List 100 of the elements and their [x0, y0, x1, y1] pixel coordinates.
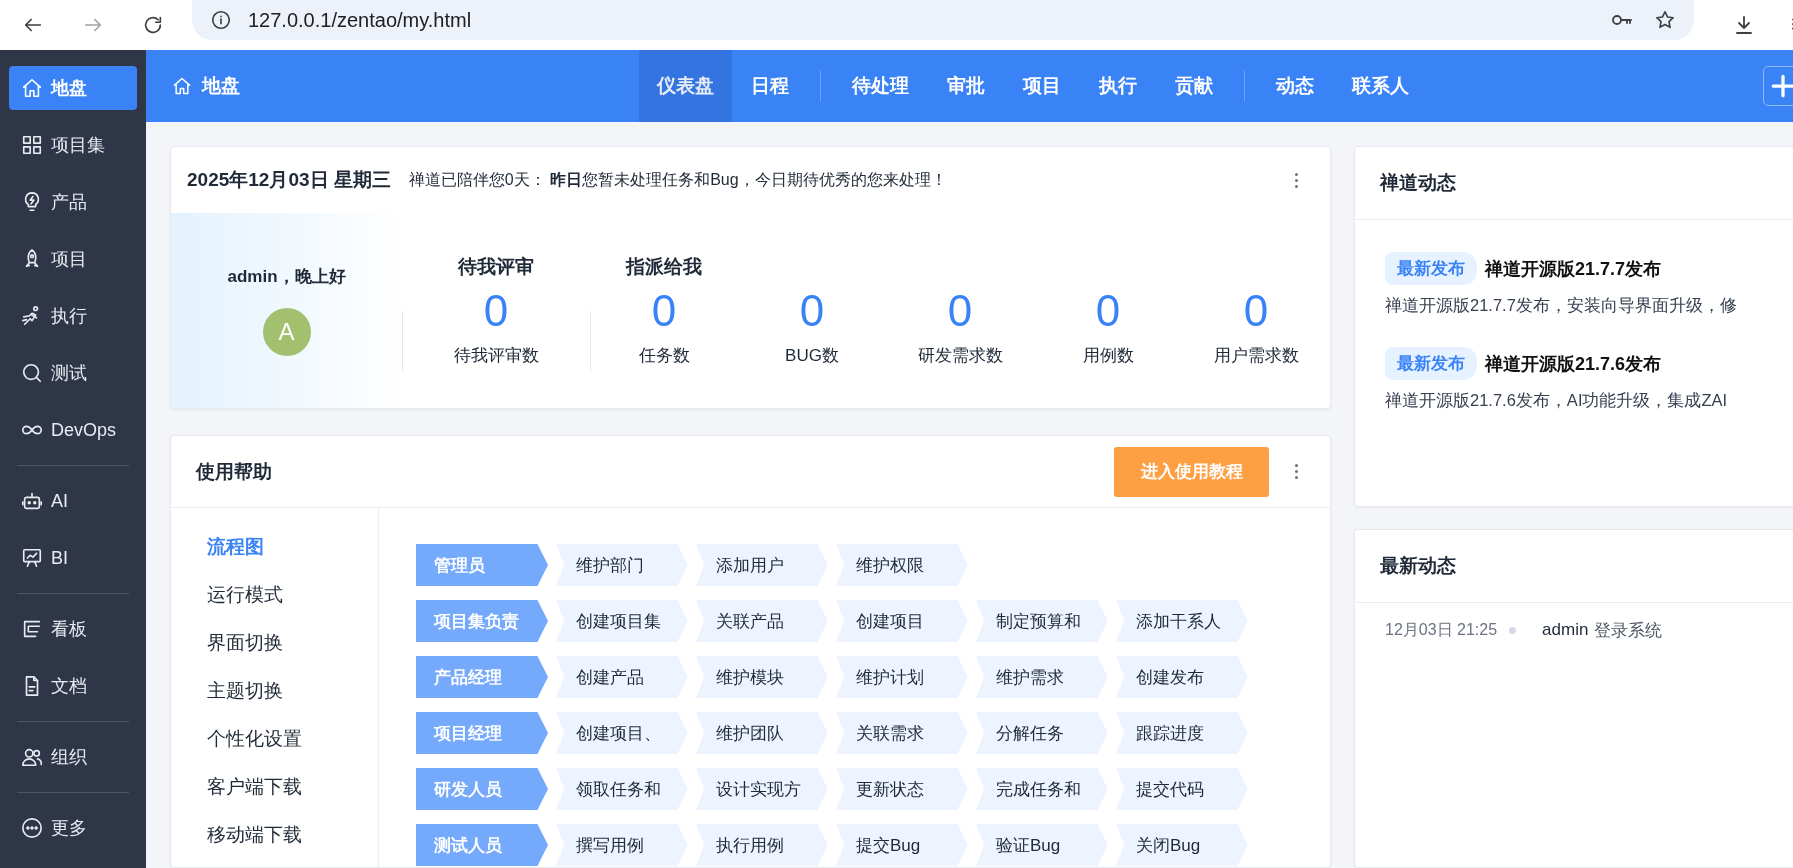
flow-step[interactable]: 执行用例 — [696, 824, 828, 866]
url-text: 127.0.0.1/zentao/my.html — [248, 8, 472, 32]
stat-value[interactable]: 0 — [483, 282, 509, 340]
add-button[interactable] — [1763, 66, 1793, 106]
home-icon — [21, 77, 43, 99]
greeting-text: admin，晚上好 — [227, 266, 346, 288]
kanban-icon — [21, 618, 43, 640]
sidebar-item[interactable]: 项目 — [9, 237, 137, 281]
breadcrumb-home[interactable]: 地盘 — [172, 73, 639, 99]
stat-value[interactable]: 0 — [799, 282, 825, 340]
flow-step[interactable]: 跟踪进度 — [1116, 712, 1248, 754]
address-bar[interactable]: 127.0.0.1/zentao/my.html — [192, 0, 1694, 40]
flow-step[interactable]: 关联需求 — [836, 712, 968, 754]
flow-step[interactable]: 维护权限 — [836, 544, 968, 586]
flow-step[interactable]: 完成任务和 — [976, 768, 1108, 810]
flow-step[interactable]: 提交代码 — [1116, 768, 1248, 810]
nav-tab[interactable]: 贡献 — [1156, 50, 1232, 122]
flow-step[interactable]: 添加干系人 — [1116, 600, 1248, 642]
flow-step[interactable]: 维护模块 — [696, 656, 828, 698]
sidebar-item[interactable]: 执行 — [9, 294, 137, 338]
activity-action: 登录系统 — [1594, 619, 1663, 642]
reload-icon[interactable] — [142, 14, 164, 36]
nav-tab[interactable]: 动态 — [1257, 50, 1333, 122]
flow-step[interactable]: 维护需求 — [976, 656, 1108, 698]
more-icon — [21, 817, 43, 839]
sidebar-item[interactable]: 测试 — [9, 351, 137, 395]
nav-tab[interactable]: 项目 — [1004, 50, 1080, 122]
stat-label: BUG数 — [785, 345, 839, 367]
people-icon — [21, 746, 43, 768]
nav-tab[interactable]: 仪表盘 — [639, 50, 732, 122]
flow-step[interactable]: 设计实现方 — [696, 768, 828, 810]
flow-step[interactable]: 分解任务 — [976, 712, 1108, 754]
help-nav-item[interactable]: 移动端下载 — [207, 820, 378, 850]
info-icon[interactable] — [210, 9, 232, 31]
stat-label: 待我评审数 — [453, 345, 539, 367]
sidebar-item[interactable]: 地盘 — [9, 66, 137, 110]
flow-step[interactable]: 创建产品 — [556, 656, 688, 698]
release-badge: 最新发布 — [1385, 252, 1477, 285]
sidebar-item[interactable]: 项目集 — [9, 123, 137, 167]
flow-step[interactable]: 维护计划 — [836, 656, 968, 698]
flow-step[interactable]: 撰写用例 — [556, 824, 688, 866]
stat-label: 任务数 — [638, 345, 690, 367]
sidebar-item[interactable]: AI — [9, 479, 137, 523]
flow-step[interactable]: 创建项目、 — [556, 712, 688, 754]
release-badge: 最新发布 — [1385, 347, 1477, 380]
help-nav-item[interactable]: 界面切换 — [207, 628, 378, 658]
help-nav-item[interactable]: 个性化设置 — [207, 724, 378, 754]
sidebar-item[interactable]: 文档 — [9, 664, 137, 708]
flow-step[interactable]: 创建项目集 — [556, 600, 688, 642]
stat-value[interactable]: 0 — [651, 282, 677, 340]
flow-step[interactable]: 验证Bug — [976, 824, 1108, 866]
sidebar-item[interactable]: DevOps — [9, 408, 137, 452]
help-nav-item[interactable]: 主题切换 — [207, 676, 378, 706]
help-nav-item[interactable]: 运行模式 — [207, 580, 378, 610]
plus-icon — [1770, 73, 1793, 99]
flow-step[interactable]: 关联产品 — [696, 600, 828, 642]
flow-step[interactable]: 添加用户 — [696, 544, 828, 586]
stat-value[interactable]: 0 — [1095, 282, 1121, 340]
nav-tab[interactable]: 日程 — [732, 50, 808, 122]
flow-step[interactable]: 维护部门 — [556, 544, 688, 586]
sidebar-item[interactable]: BI — [9, 536, 137, 580]
help-nav-item[interactable]: 客户端下载 — [207, 772, 378, 802]
stat-label: 用户需求数 — [1213, 345, 1299, 367]
stat-label: 研发需求数 — [917, 345, 1003, 367]
sidebar-item[interactable]: 产品 — [9, 180, 137, 224]
stat-group-title: 指派给我 — [624, 255, 703, 279]
grid-icon — [21, 134, 43, 156]
news-title[interactable]: 禅道开源版21.7.7发布 — [1485, 256, 1662, 281]
stat-label: 用例数 — [1082, 345, 1134, 367]
nav-tab[interactable]: 待处理 — [833, 50, 928, 122]
sidebar-item[interactable]: 看板 — [9, 607, 137, 651]
activity-time: 12月03日 21:25 — [1385, 619, 1498, 640]
star-icon[interactable] — [1654, 9, 1676, 31]
flow-step[interactable]: 提交Bug — [836, 824, 968, 866]
flow-step[interactable]: 更新状态 — [836, 768, 968, 810]
flow-step[interactable]: 关闭Bug — [1116, 824, 1248, 866]
date-text: 2025年12月03日 星期三 — [187, 168, 391, 192]
timeline-dot — [1509, 626, 1517, 634]
stat-value[interactable]: 0 — [947, 282, 973, 340]
stat-value[interactable]: 0 — [1243, 282, 1269, 340]
flow-step[interactable]: 维护团队 — [696, 712, 828, 754]
news-title[interactable]: 禅道开源版21.7.6发布 — [1485, 351, 1662, 376]
flow-step[interactable]: 创建发布 — [1116, 656, 1248, 698]
news-summary: 禅道开源版21.7.6发布，AI功能升级，集成ZAI — [1385, 390, 1729, 411]
flow-step[interactable]: 制定预算和 — [976, 600, 1108, 642]
stat-group-title: 待我评审 — [456, 255, 535, 279]
flow-step[interactable]: 领取任务和 — [556, 768, 688, 810]
flow-step[interactable]: 创建项目 — [836, 600, 968, 642]
news-summary: 禅道开源版21.7.7发布，安装向导界面升级，修 — [1385, 295, 1738, 316]
activity-user[interactable]: admin — [1542, 620, 1589, 640]
nav-tab[interactable]: 审批 — [928, 50, 1004, 122]
nav-tab[interactable]: 执行 — [1080, 50, 1156, 122]
card-title: 禅道动态 — [1380, 171, 1456, 195]
search-icon — [21, 362, 43, 384]
help-nav-item[interactable]: 流程图 — [207, 532, 378, 562]
robot-icon — [21, 490, 43, 512]
sidebar-item[interactable]: 更多 — [9, 806, 137, 850]
card-title: 最新动态 — [1380, 554, 1456, 578]
sidebar-item[interactable]: 组织 — [9, 735, 137, 779]
nav-tab[interactable]: 联系人 — [1333, 50, 1428, 122]
